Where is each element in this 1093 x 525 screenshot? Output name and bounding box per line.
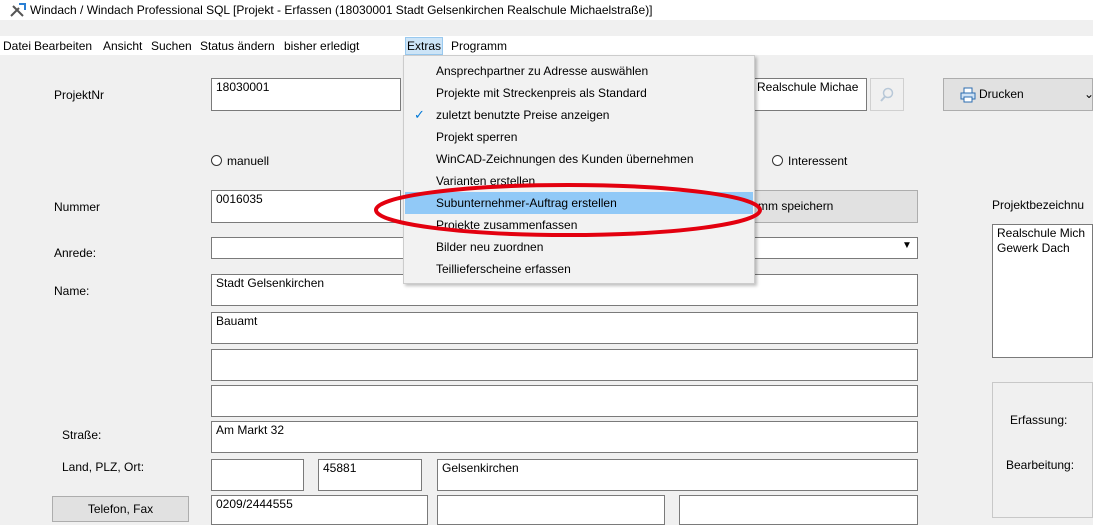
plz-field[interactable]: 45881 [318,459,422,491]
menuitem-streckenpreis[interactable]: Projekte mit Streckenpreis als Standard [405,82,753,104]
strasse-label: Straße: [62,428,102,442]
menu-status-aendern[interactable]: Status ändern [200,38,275,54]
radio-manuell[interactable]: manuell [211,154,269,168]
print-button[interactable]: Drucken ⌄ [943,78,1093,111]
extras-dropdown-menu: Ansprechpartner zu Adresse auswählen Pro… [403,55,755,284]
info-panel [992,382,1093,518]
menu-programm[interactable]: Programm [451,38,507,54]
projektnr-field[interactable]: 18030001 [211,78,401,111]
menu-bearbeiten[interactable]: Bearbeiten [34,38,92,54]
projektbezeichnung-field[interactable]: Realschule Mich Gewerk Dach [992,224,1093,358]
print-dropdown-arrow[interactable]: ⌄ [1084,79,1093,110]
telefon-fax-button[interactable]: Telefon, Fax [52,496,189,522]
radio-manuell-label: manuell [227,154,270,168]
menuitem-ansprechpartner[interactable]: Ansprechpartner zu Adresse auswählen [405,60,753,82]
app-icon [10,3,26,17]
projektbezeichnung-line2: Gewerk Dach [997,241,1070,255]
printer-icon [960,87,976,103]
menu-bar: Datei Bearbeiten Ansicht Suchen Status ä… [0,36,1093,55]
radio-interessent-circle[interactable] [772,155,783,166]
window-title: Windach / Windach Professional SQL [Proj… [30,3,653,17]
erfassung-label: Erfassung: [1010,413,1068,427]
title-bar: Windach / Windach Professional SQL [Proj… [0,0,1093,20]
menu-suchen[interactable]: Suchen [151,38,192,54]
radio-manuell-circle[interactable] [211,155,222,166]
chevron-down-icon[interactable]: ▼ [902,240,912,251]
name3-field[interactable] [211,349,918,381]
search-button[interactable] [870,78,904,111]
fax-field[interactable] [437,495,665,525]
name4-field[interactable] [211,385,918,417]
name2-field[interactable]: Bauamt [211,312,918,344]
print-button-label: Drucken [979,87,1024,101]
extra-phone-field[interactable] [679,495,918,525]
strasse-field[interactable]: Am Markt 32 [211,421,918,453]
menu-bisher-erledigt[interactable]: bisher erledigt [284,38,359,54]
projektnr-label: ProjektNr [54,88,105,102]
menuitem-teillieferscheine[interactable]: Teillieferscheine erfassen [405,258,753,280]
save-button[interactable]: mm speichern [753,190,918,223]
radio-interessent-label: Interessent [788,154,848,168]
menu-ansicht[interactable]: Ansicht [103,38,142,54]
land-field[interactable] [211,459,304,491]
bearbeitung-label: Bearbeitung: [1006,458,1075,472]
anrede-label: Anrede: [54,246,97,260]
name-label: Name: [54,284,90,298]
project-name-field[interactable]: Realschule Michae [753,78,867,111]
projektbezeichnung-line1: Realschule Mich [997,226,1086,240]
menuitem-zuletzt-preise-label: zuletzt benutzte Preise anzeigen [436,108,610,122]
menu-datei[interactable]: Datei [3,38,31,54]
ort-field[interactable]: Gelsenkirchen [437,459,918,491]
radio-interessent[interactable]: Interessent [772,154,847,168]
annotation-ellipse [374,183,762,237]
projektbezeichnung-label: Projektbezeichnu [992,198,1085,212]
magnifier-icon [880,87,894,102]
menu-extras[interactable]: Extras [405,37,444,55]
ort-label: Land, PLZ, Ort: [62,460,145,474]
nummer-label: Nummer [54,200,101,214]
menuitem-projekt-sperren[interactable]: Projekt sperren [405,126,753,148]
menuitem-zuletzt-preise[interactable]: ✓ zuletzt benutzte Preise anzeigen [405,104,753,126]
menuitem-wincad[interactable]: WinCAD-Zeichnungen des Kunden übernehmen [405,148,753,170]
telefon-field[interactable]: 0209/2444555 [211,495,428,525]
checkmark-icon: ✓ [414,107,425,122]
